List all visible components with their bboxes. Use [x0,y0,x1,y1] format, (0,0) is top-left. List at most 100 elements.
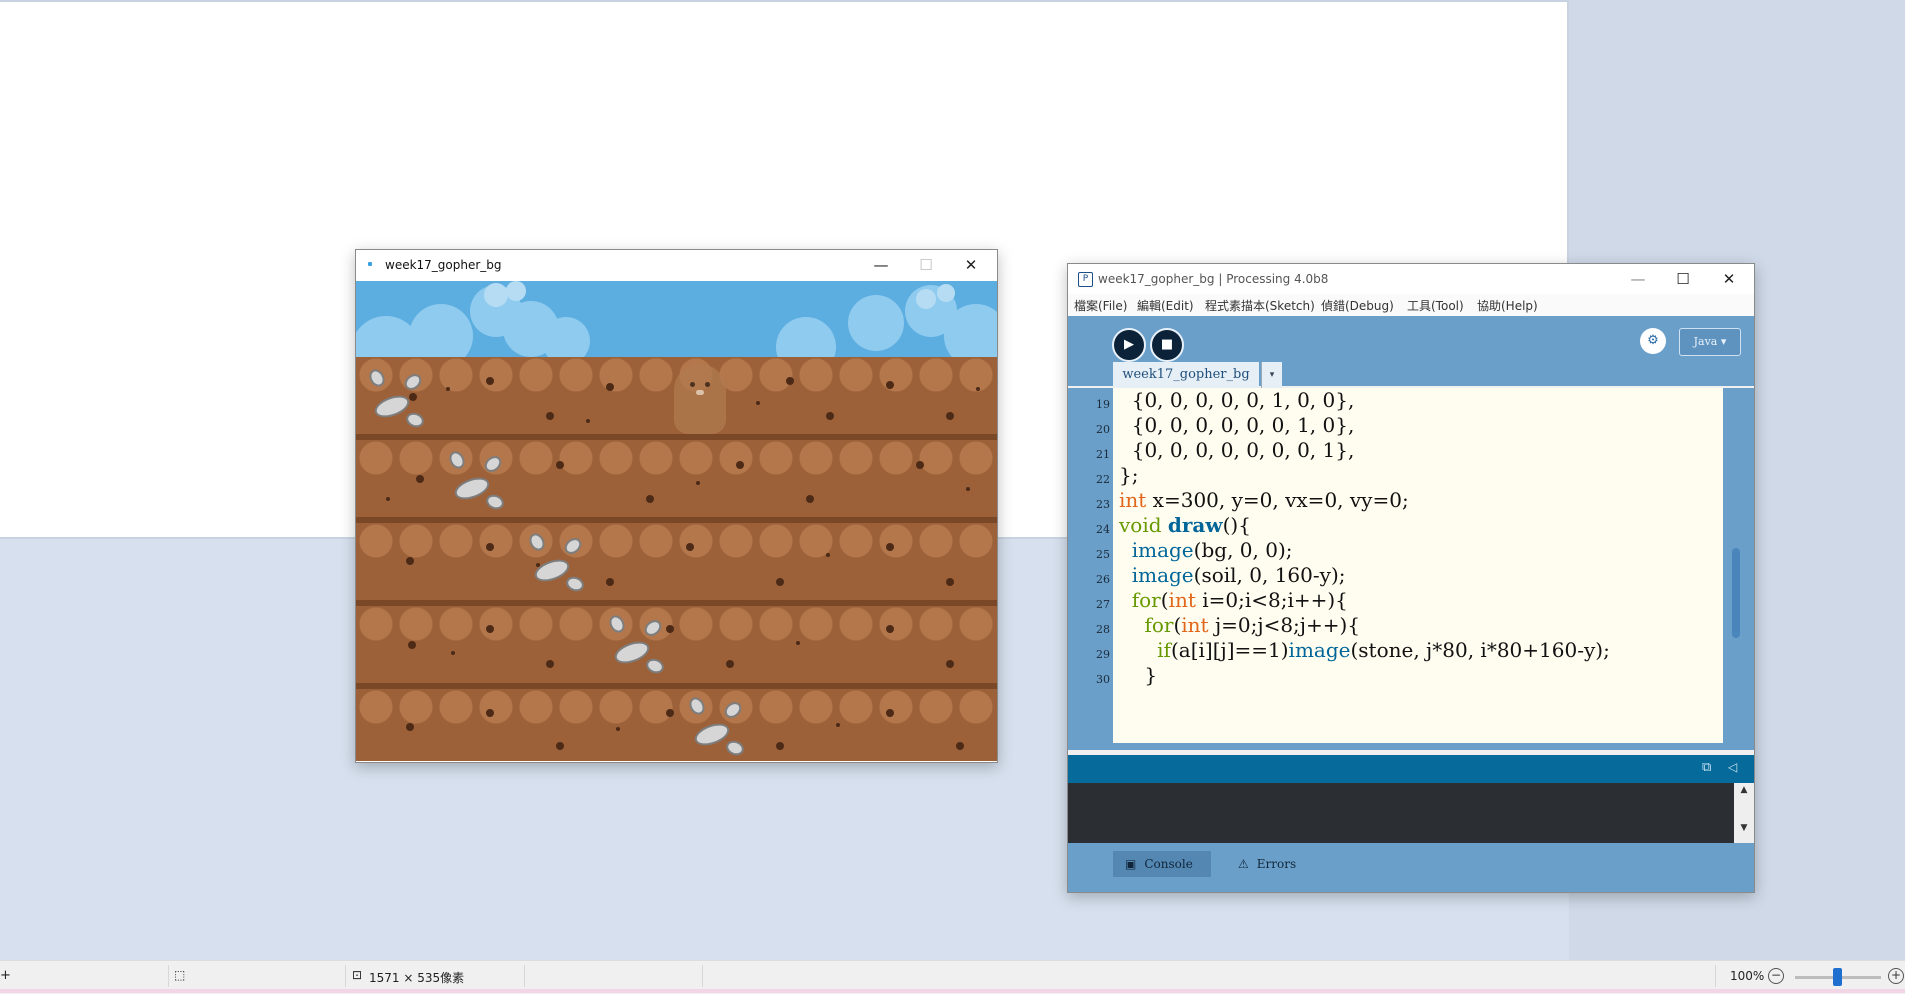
tab-console[interactable]: ▣ Console [1113,851,1211,877]
tab-errors[interactable]: ⚠ Errors [1226,851,1306,877]
gopher-eye [705,382,710,387]
dirt-speck [826,553,830,557]
dirt-speck [796,641,800,645]
dirt-speck [836,723,840,727]
run-button[interactable]: ▶ [1112,328,1146,362]
console-tab-label: Console [1144,857,1193,871]
dirt-speck [586,419,590,423]
console-tabs: ▣ Console ⚠ Errors [1068,843,1754,892]
editor-scrollbar[interactable] [1728,388,1748,750]
soil-layer [356,606,997,686]
tab-week17-gopher-bg[interactable]: week17_gopher_bg [1113,362,1259,388]
code-line: } [1119,663,1158,687]
dirt-speck [546,660,554,668]
status-divider [345,965,346,987]
close-icon[interactable]: ✕ [1715,268,1743,290]
line-number: 30 [1096,673,1110,686]
menu-tools[interactable]: 工具(Tool) [1407,297,1464,314]
code-line: int x=300, y=0, vx=0, vy=0; [1119,488,1409,512]
image-size-text: 1571 × 535像素 [369,971,465,985]
editor-tab-strip: week17_gopher_bg ▾ [1068,362,1754,388]
collapse-icon[interactable]: ◁ [1728,760,1737,774]
minimize-icon[interactable]: — [1624,268,1652,290]
code-line: for(int i=0;i<8;i++){ [1131,588,1348,612]
dirt-speck [946,412,954,420]
terminal-icon: ▣ [1125,857,1137,871]
copy-icon[interactable]: ⧉ [1702,760,1711,775]
dirt-speck [966,487,970,491]
ide-window-title: week17_gopher_bg | Processing 4.0b8 [1098,272,1329,286]
minimize-icon[interactable]: — [867,254,895,276]
menu-edit[interactable]: 編輯(Edit) [1137,297,1194,314]
dirt-speck [806,495,814,503]
menu-debug[interactable]: 偵錯(Debug) [1321,297,1394,314]
sketch-window-title: week17_gopher_bg [385,258,502,272]
code-line: for(int j=0;j<8;j++){ [1144,613,1361,637]
zoom-out-icon[interactable]: − [1768,968,1784,984]
dirt-speck [886,543,894,551]
dirt-speck [886,625,894,633]
sketch-window: week17_gopher_bg — ☐ ✕ [355,249,998,763]
code-line: {0, 0, 0, 0, 0, 1, 0, 0}, [1119,388,1355,412]
dirt-speck [776,578,784,586]
dirt-speck [886,709,894,717]
soil-layer [356,523,997,603]
sketch-title-bar[interactable]: week17_gopher_bg — ☐ ✕ [356,250,997,281]
dirt-speck [946,660,954,668]
console-scrollbar[interactable]: ▲ ▼ [1734,783,1754,843]
zoom-in-icon[interactable]: + [1888,968,1904,984]
dirt-speck [616,727,620,731]
line-number: 25 [1096,548,1110,561]
line-number: 24 [1096,523,1110,536]
line-number: 28 [1096,623,1110,636]
debugger-toggle-icon[interactable]: ⚙ [1640,328,1666,354]
menu-sketch[interactable]: 程式素描本(Sketch) [1205,297,1315,314]
scroll-down-icon[interactable]: ▼ [1734,823,1754,833]
dirt-speck [726,660,734,668]
code-line: image(soil, 0, 160-y); [1131,563,1346,587]
status-divider [702,965,703,987]
dirt-speck [946,578,954,586]
code-editor[interactable]: {0, 0, 0, 0, 0, 1, 0, 0}, {0, 0, 0, 0, 0… [1113,388,1723,743]
gopher-sprite [674,364,726,434]
dirt-speck [416,475,424,483]
gopher-eye [690,382,695,387]
line-number: 22 [1096,473,1110,486]
maximize-icon[interactable]: ☐ [1669,268,1697,290]
zoom-slider-thumb[interactable] [1833,968,1842,986]
line-number: 21 [1096,448,1110,461]
dirt-speck [786,377,794,385]
editor-scroll-thumb[interactable] [1732,548,1740,638]
stop-button[interactable]: ■ [1150,328,1184,362]
dirt-speck [446,387,450,391]
line-number: 20 [1096,423,1110,436]
editor-area: 19 20 21 22 23 24 25 26 27 28 29 30 {0, … [1068,388,1754,750]
game-canvas[interactable] [356,281,997,761]
sky [356,281,997,386]
menu-help[interactable]: 協助(Help) [1477,297,1538,314]
dirt-speck [386,497,390,501]
ide-title-bar[interactable]: P week17_gopher_bg | Processing 4.0b8 — … [1068,264,1754,294]
cloud-layer [356,281,997,386]
mode-selector[interactable]: Java ▾ [1679,328,1741,356]
console-output[interactable] [1068,783,1734,843]
tab-menu-arrow[interactable]: ▾ [1261,362,1282,388]
scroll-up-icon[interactable]: ▲ [1734,785,1754,795]
gopher-nose [696,390,704,395]
close-icon[interactable]: ✕ [957,254,985,276]
cursor-position-icon: + [0,968,11,983]
dirt-speck [666,709,674,717]
dirt-speck [486,377,494,385]
status-divider [168,965,169,987]
dirt-speck [556,461,564,469]
menu-file[interactable]: 檔案(File) [1074,297,1127,314]
errors-tab-label: Errors [1256,857,1297,871]
line-number: 29 [1096,648,1110,661]
maximize-icon[interactable]: ☐ [912,254,940,276]
dirt-speck [886,381,894,389]
soil-layer [356,689,997,761]
dirt-speck [606,578,614,586]
taskbar-edge [0,989,1905,993]
dirt-speck [486,709,494,717]
dirt-speck [956,742,964,750]
